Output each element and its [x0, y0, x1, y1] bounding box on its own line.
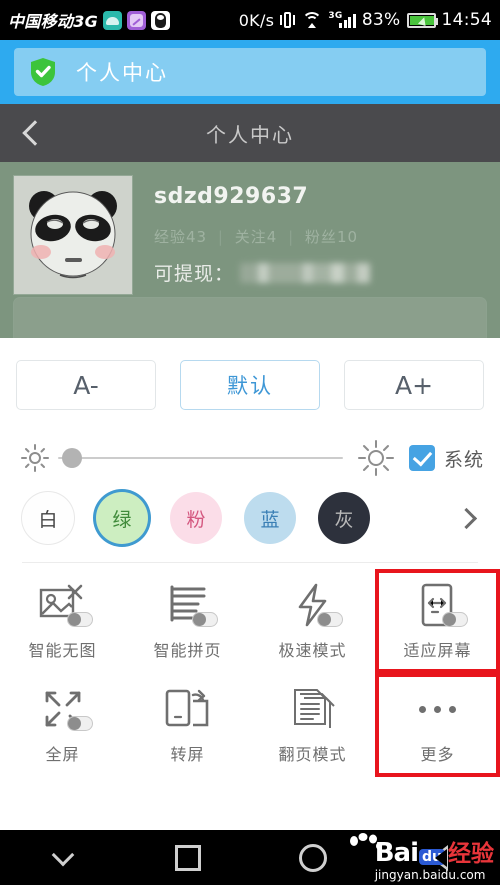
merge-pages-icon: [152, 581, 224, 629]
toggle-switch[interactable]: [66, 716, 93, 731]
feature-fullscreen[interactable]: 全屏: [0, 673, 125, 777]
stat-followers: 粉丝10: [304, 228, 359, 246]
font-decrease-button[interactable]: A-: [16, 360, 156, 410]
feature-label: 翻页模式: [278, 745, 347, 764]
profile-stats: 经验43 | 关注4 | 粉丝10: [154, 226, 370, 247]
toggle-switch[interactable]: [441, 612, 468, 627]
teal-app-icon: [103, 10, 123, 30]
system-brightness-label: 系统: [443, 448, 484, 471]
stat-separator-2: |: [288, 228, 295, 246]
qq-penguin-icon: [151, 10, 171, 30]
withdrawable-label: 可提现：: [154, 263, 235, 285]
font-size-row: A- 默认 A+: [0, 338, 500, 430]
carrier-label: 中国移动3G: [8, 12, 99, 31]
username-label: sdzd929637: [154, 184, 309, 209]
theme-gray[interactable]: 灰: [318, 492, 370, 544]
feature-speed-mode[interactable]: 极速模式: [250, 569, 375, 673]
square-recents-icon: [174, 844, 201, 871]
feature-grid: 智能无图 智能拼页 极速模式 适应屏幕 全屏 转屏 翻页模式 更多: [0, 563, 500, 777]
paw-icon: [348, 833, 382, 852]
profile-panel: sdzd929637 经验43 | 关注4 | 粉丝10 可提现：: [0, 162, 500, 338]
chevron-down-icon: [51, 843, 74, 866]
withdrawable-value-masked: [240, 262, 371, 283]
slider-thumb[interactable]: [62, 448, 82, 468]
feature-page-flip-mode[interactable]: 翻页模式: [250, 673, 375, 777]
stat-separator-1: |: [217, 228, 224, 246]
feature-more[interactable]: 更多: [375, 673, 500, 777]
blue-banner: 个人中心: [0, 40, 500, 104]
feature-label: 更多: [420, 745, 455, 764]
feature-label: 智能拼页: [153, 641, 222, 660]
status-bar: 中国移动3G 0K/s 3G 83% 14:54: [0, 0, 500, 40]
feature-smart-no-image[interactable]: 智能无图: [0, 569, 125, 673]
vibrate-icon: [280, 10, 296, 30]
theme-pink[interactable]: 粉: [170, 492, 222, 544]
panda-avatar[interactable]: [14, 176, 132, 294]
reader-settings-panel: A- 默认 A+ 系统 白 绿 粉 蓝 灰 智能无图 智能拼页 极速模式 适应屏…: [0, 338, 500, 777]
profile-info: sdzd929637 经验43 | 关注4 | 粉丝10 可提现：: [154, 176, 371, 294]
phone-screen: 中国移动3G 0K/s 3G 83% 14:54 个人中心 个人中心 sdzd9…: [0, 0, 500, 885]
feature-label: 适应屏幕: [403, 641, 472, 660]
withdrawable-row: 可提现：: [154, 259, 371, 286]
circle-home-icon: [298, 843, 327, 872]
slider-track: [58, 457, 343, 459]
theme-white[interactable]: 白: [22, 492, 74, 544]
feature-label: 智能无图: [28, 641, 97, 660]
watermark-domain: jingyan.baidu.com: [374, 868, 486, 882]
system-nav-bar: Bai du 经验 jingyan.baidu.com: [0, 830, 500, 885]
theme-blue[interactable]: 蓝: [244, 492, 296, 544]
signal-type-label: 3G: [328, 11, 343, 21]
nav-hide-button[interactable]: [0, 830, 125, 885]
purple-photo-icon: [127, 10, 147, 30]
feature-label: 转屏: [170, 745, 205, 764]
page-title: 个人中心: [206, 122, 294, 147]
signal-bars-icon: 3G: [328, 11, 356, 28]
brightness-row: 系统: [0, 430, 500, 486]
battery-icon: [406, 12, 438, 28]
font-default-button[interactable]: 默认: [180, 360, 320, 410]
clock-label: 14:54: [441, 10, 492, 30]
font-increase-button[interactable]: A+: [344, 360, 484, 410]
network-speed-label: 0K/s: [238, 10, 275, 30]
toggle-switch[interactable]: [66, 612, 93, 627]
feature-smart-merge-pages[interactable]: 智能拼页: [125, 569, 250, 673]
fullscreen-icon: [27, 685, 99, 733]
watermark-jingyan: 经验: [448, 841, 494, 867]
image-off-icon: [27, 581, 99, 629]
blue-banner-inner: 个人中心: [14, 48, 486, 96]
sun-large-icon: [357, 439, 395, 477]
feature-rotate-screen[interactable]: 转屏: [125, 673, 250, 777]
blue-banner-title: 个人中心: [76, 61, 168, 85]
stat-experience: 经验43: [154, 228, 208, 246]
stat-following: 关注4: [234, 228, 278, 246]
status-bar-left: 中国移动3G: [8, 8, 171, 32]
sun-small-icon: [20, 443, 50, 473]
profile-row: sdzd929637 经验43 | 关注4 | 粉丝10 可提现：: [0, 162, 500, 294]
toggle-switch[interactable]: [316, 612, 343, 627]
theme-green[interactable]: 绿: [96, 492, 148, 544]
status-bar-right: 0K/s 3G 83% 14:54: [239, 10, 492, 30]
theme-color-row: 白 绿 粉 蓝 灰: [0, 486, 500, 562]
wifi-icon: [301, 11, 322, 29]
nav-recents-button[interactable]: [125, 830, 250, 885]
toggle-switch[interactable]: [191, 612, 218, 627]
lightning-icon: [277, 581, 349, 629]
feature-label: 极速模式: [278, 641, 347, 660]
more-dots-icon: [402, 685, 474, 733]
profile-sub-card: [14, 298, 486, 338]
shield-check-icon: [30, 57, 56, 87]
system-brightness-checkbox[interactable]: [408, 445, 435, 471]
rotate-screen-icon: [152, 685, 224, 733]
battery-percent-label: 83%: [361, 10, 401, 30]
fit-screen-icon: [402, 581, 474, 629]
page-nav-bar: 个人中心: [0, 104, 500, 162]
feature-fit-screen[interactable]: 适应屏幕: [375, 569, 500, 673]
chevron-right-icon[interactable]: [455, 507, 478, 529]
feature-label: 全屏: [45, 745, 80, 764]
brightness-slider[interactable]: [58, 448, 343, 468]
page-flip-icon: [277, 685, 349, 733]
